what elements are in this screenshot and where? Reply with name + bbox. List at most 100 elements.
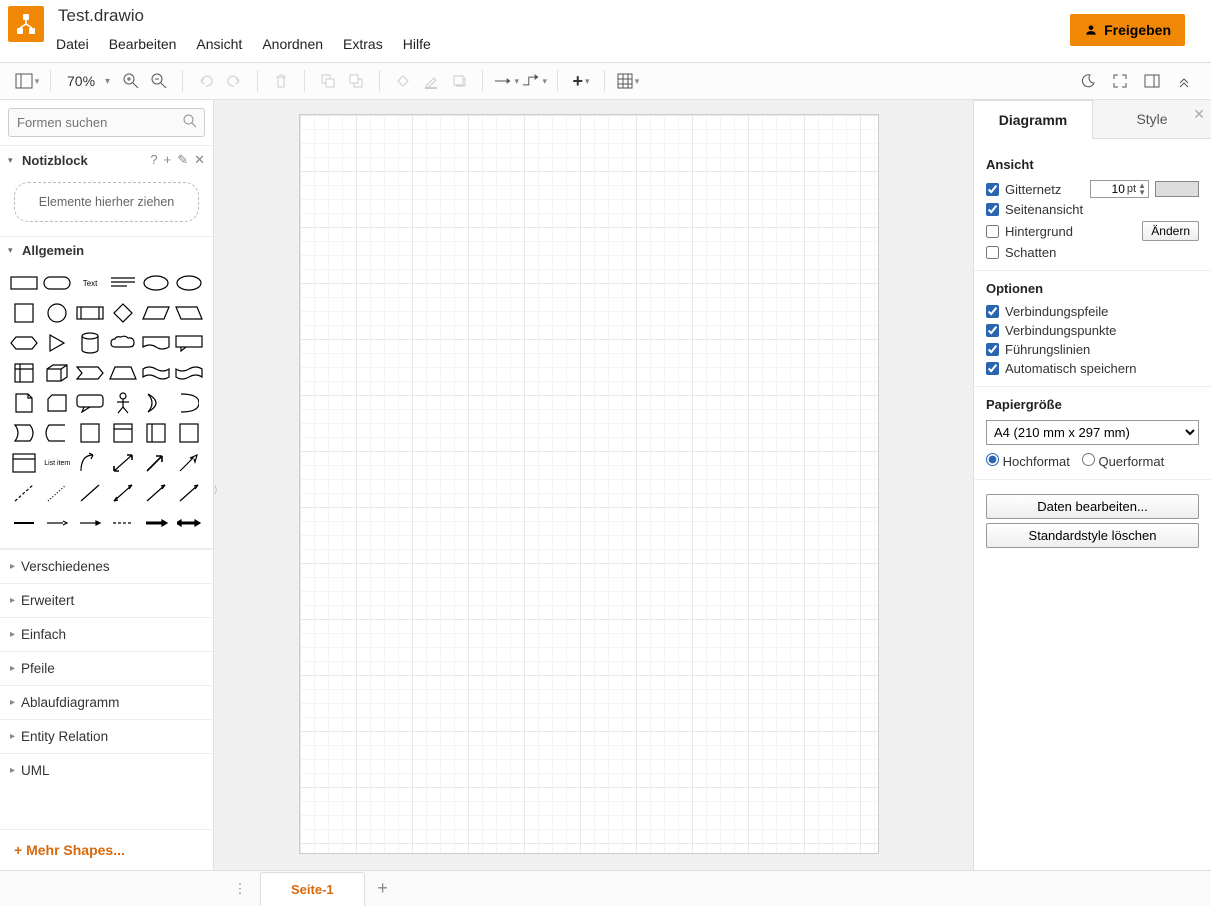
shape-cylinder[interactable] bbox=[76, 330, 105, 356]
shape-connector2[interactable] bbox=[43, 510, 72, 536]
tab-diagram[interactable]: Diagramm bbox=[974, 100, 1093, 139]
search-icon[interactable] bbox=[183, 114, 197, 131]
shape-actor[interactable] bbox=[109, 390, 138, 416]
shape-trapezoid[interactable] bbox=[109, 360, 138, 386]
shape-text[interactable]: Text bbox=[76, 270, 105, 296]
section-arrows[interactable]: Pfeile bbox=[0, 651, 213, 685]
shape-tape2[interactable] bbox=[174, 360, 203, 386]
section-advanced[interactable]: Erweitert bbox=[0, 583, 213, 617]
shape-rectangle[interactable] bbox=[10, 270, 39, 296]
grid-checkbox[interactable] bbox=[986, 183, 999, 196]
shape-square[interactable] bbox=[10, 300, 39, 326]
document-title[interactable]: Test.drawio bbox=[56, 6, 1070, 26]
scratchpad-help-icon[interactable]: ? bbox=[150, 152, 157, 168]
zoom-in-button[interactable] bbox=[118, 68, 144, 94]
menu-arrange[interactable]: Anordnen bbox=[262, 30, 335, 62]
shape-connector1[interactable] bbox=[10, 510, 39, 536]
general-header[interactable]: ▾ Allgemein bbox=[0, 236, 213, 264]
collapse-button[interactable] bbox=[1171, 68, 1197, 94]
menu-view[interactable]: Ansicht bbox=[196, 30, 254, 62]
fullscreen-button[interactable] bbox=[1107, 68, 1133, 94]
shape-ellipse[interactable] bbox=[141, 270, 170, 296]
table-button[interactable]: ▾ bbox=[615, 68, 641, 94]
shape-parallelogram2[interactable] bbox=[174, 300, 203, 326]
zoom-control[interactable]: 70%▾ bbox=[61, 73, 116, 89]
shape-circle[interactable] bbox=[43, 300, 72, 326]
app-logo[interactable] bbox=[8, 6, 44, 42]
shape-or[interactable] bbox=[141, 390, 170, 416]
scratchpad-close-icon[interactable]: ✕ bbox=[194, 152, 205, 168]
insert-button[interactable]: +▾ bbox=[568, 68, 594, 94]
canvas-page[interactable] bbox=[299, 114, 879, 854]
portrait-radio[interactable] bbox=[986, 453, 999, 466]
shape-datastorage[interactable] bbox=[10, 420, 39, 446]
shape-textbox[interactable] bbox=[109, 270, 138, 296]
undo-button[interactable] bbox=[193, 68, 219, 94]
scratchpad-add-icon[interactable]: + bbox=[164, 152, 172, 168]
background-checkbox[interactable] bbox=[986, 225, 999, 238]
grid-color-swatch[interactable] bbox=[1155, 181, 1199, 197]
connect-arrows-checkbox[interactable] bbox=[986, 305, 999, 318]
landscape-radio[interactable] bbox=[1082, 453, 1095, 466]
page-tab-1[interactable]: Seite-1 bbox=[260, 872, 365, 906]
shape-connector3[interactable] bbox=[76, 510, 105, 536]
fill-color-button[interactable] bbox=[390, 68, 416, 94]
zoom-out-button[interactable] bbox=[146, 68, 172, 94]
section-uml[interactable]: UML bbox=[0, 753, 213, 787]
canvas[interactable]: ⟨⟩ bbox=[214, 100, 973, 870]
redo-button[interactable] bbox=[221, 68, 247, 94]
shape-container2[interactable] bbox=[76, 420, 105, 446]
shape-cube[interactable] bbox=[43, 360, 72, 386]
shape-dashed-line[interactable] bbox=[10, 480, 39, 506]
shape-container5[interactable] bbox=[174, 420, 203, 446]
shape-note[interactable] bbox=[10, 390, 39, 416]
scratchpad-edit-icon[interactable]: ✎ bbox=[177, 152, 188, 168]
shape-container[interactable] bbox=[43, 420, 72, 446]
clear-default-style-button[interactable]: Standardstyle löschen bbox=[986, 523, 1199, 548]
shape-rounded-rect[interactable] bbox=[43, 270, 72, 296]
shape-arrow[interactable] bbox=[141, 450, 170, 476]
connect-points-checkbox[interactable] bbox=[986, 324, 999, 337]
view-dropdown[interactable]: ▾ bbox=[14, 68, 40, 94]
menu-help[interactable]: Hilfe bbox=[403, 30, 443, 62]
shape-curve[interactable] bbox=[76, 450, 105, 476]
shape-listitem[interactable]: List item bbox=[43, 450, 72, 476]
autosave-checkbox[interactable] bbox=[986, 362, 999, 375]
scratchpad-header[interactable]: ▾ Notizblock ? + ✎ ✕ bbox=[0, 145, 213, 174]
shape-line-bidir[interactable] bbox=[109, 480, 138, 506]
shape-callout-rect[interactable] bbox=[174, 330, 203, 356]
shape-cloud[interactable] bbox=[109, 330, 138, 356]
to-back-button[interactable] bbox=[343, 68, 369, 94]
shape-dotted-line[interactable] bbox=[43, 480, 72, 506]
shape-diamond[interactable] bbox=[109, 300, 138, 326]
paper-size-select[interactable]: A4 (210 mm x 297 mm) bbox=[986, 420, 1199, 445]
delete-button[interactable] bbox=[268, 68, 294, 94]
shape-process[interactable] bbox=[76, 300, 105, 326]
more-shapes-button[interactable]: + Mehr Shapes... bbox=[0, 829, 213, 870]
shape-container4[interactable] bbox=[141, 420, 170, 446]
shape-line-arrow[interactable] bbox=[141, 480, 170, 506]
dark-mode-button[interactable] bbox=[1075, 68, 1101, 94]
shape-step[interactable] bbox=[76, 360, 105, 386]
menu-extras[interactable]: Extras bbox=[343, 30, 395, 62]
shape-connector4[interactable] bbox=[109, 510, 138, 536]
shape-arrow-open[interactable] bbox=[174, 450, 203, 476]
edit-data-button[interactable]: Daten bearbeiten... bbox=[986, 494, 1199, 519]
shadow-button[interactable] bbox=[446, 68, 472, 94]
background-change-button[interactable]: Ändern bbox=[1142, 221, 1199, 241]
add-page-button[interactable]: + bbox=[369, 878, 397, 899]
shape-internal-storage[interactable] bbox=[10, 360, 39, 386]
menu-edit[interactable]: Bearbeiten bbox=[109, 30, 189, 62]
format-panel-button[interactable] bbox=[1139, 68, 1165, 94]
to-front-button[interactable] bbox=[315, 68, 341, 94]
grid-size-input[interactable] bbox=[1093, 181, 1127, 197]
shape-card[interactable] bbox=[43, 390, 72, 416]
waypoint-button[interactable]: ▾ bbox=[521, 68, 547, 94]
section-entity[interactable]: Entity Relation bbox=[0, 719, 213, 753]
shape-bidir-arrow[interactable] bbox=[109, 450, 138, 476]
section-basic[interactable]: Einfach bbox=[0, 617, 213, 651]
shape-connector6[interactable] bbox=[174, 510, 203, 536]
page-menu-button[interactable]: ⋮ bbox=[228, 881, 252, 897]
connection-button[interactable]: ▾ bbox=[493, 68, 519, 94]
shape-callout[interactable] bbox=[76, 390, 105, 416]
